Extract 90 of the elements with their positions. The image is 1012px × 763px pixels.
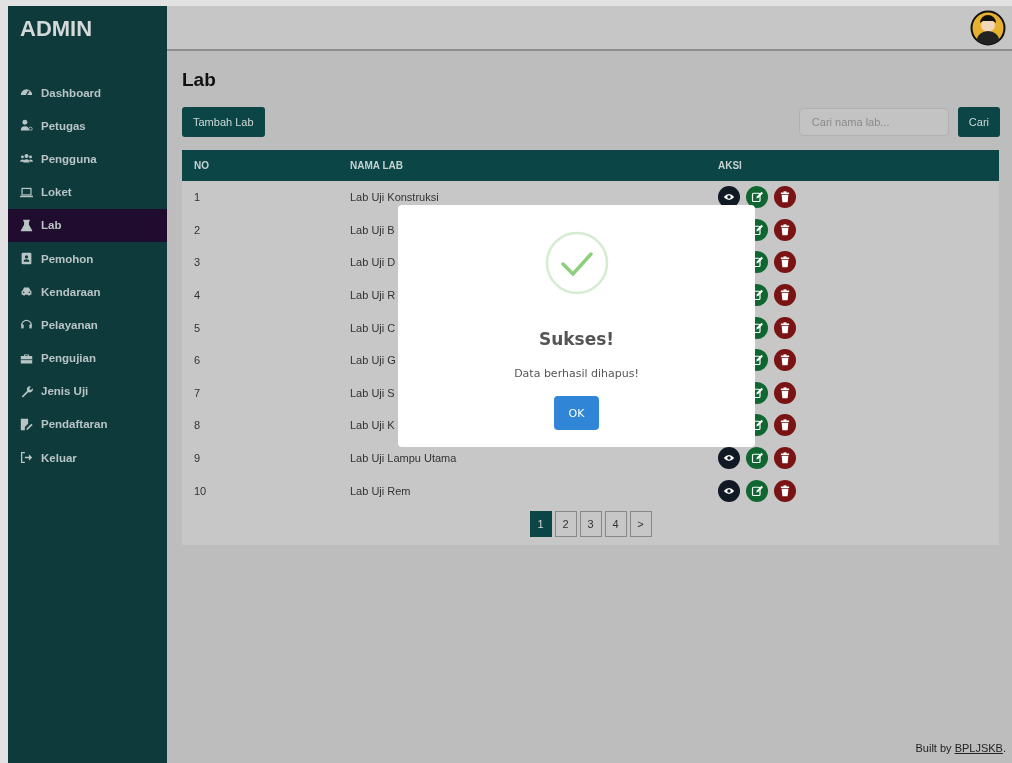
avatar-icon[interactable] [970, 9, 1006, 46]
trash-icon [779, 484, 791, 497]
sidebar-item[interactable]: Pemohon [8, 241, 167, 276]
table-cell: Lab Uji B [350, 223, 395, 236]
column-header: AKSI [706, 150, 999, 181]
checkmark-icon [544, 231, 609, 295]
flask-icon [20, 218, 33, 232]
sidebar-item[interactable]: Pendaftaran [8, 407, 167, 442]
table-cell: 5 [194, 321, 201, 334]
table-cell: Lab Uji G [350, 354, 396, 367]
footer-credit: Built by BPLJSKB. [915, 742, 1006, 754]
sidebar-item[interactable]: Loket [8, 175, 167, 209]
trash-icon [779, 452, 791, 465]
page-button[interactable]: 4 [604, 510, 627, 537]
view-button[interactable] [718, 447, 740, 470]
dialog-title: Sukses! [538, 329, 615, 349]
trash-icon [779, 191, 791, 204]
table-cell: Lab Uji C [350, 321, 396, 334]
table-cell: 6 [194, 354, 201, 367]
page-title: Lab [182, 69, 217, 92]
table-cell: 9 [194, 452, 201, 465]
delete-button[interactable] [774, 447, 796, 470]
table-cell: 3 [194, 256, 201, 269]
trash-icon [779, 256, 791, 269]
toolbox-icon [20, 351, 33, 365]
delete-button[interactable] [774, 186, 796, 209]
trash-icon [779, 223, 791, 236]
dialog-message: Data berhasil dihapus! [514, 367, 639, 380]
table-cell: Lab Uji D [350, 256, 396, 269]
credit-link[interactable]: BPLJSKB [954, 742, 1003, 754]
table-cell: 4 [194, 289, 201, 302]
delete-button[interactable] [774, 218, 796, 241]
table-cell: Lab Uji Rem [350, 484, 411, 497]
trash-icon [779, 354, 791, 367]
delete-button[interactable] [774, 251, 796, 274]
delete-button[interactable] [774, 479, 796, 502]
sidebar-item[interactable]: Pelayanan [8, 308, 167, 342]
laptop-icon [20, 185, 33, 199]
headset-icon [20, 318, 33, 332]
sidebar-item[interactable]: Pengguna [8, 142, 167, 176]
delete-button[interactable] [774, 414, 796, 437]
table-cell: Lab Uji S [350, 386, 395, 399]
trash-icon [779, 289, 791, 302]
person-icon [20, 119, 33, 133]
column-header: NAMA LAB [338, 150, 706, 181]
document-pen-icon [20, 417, 33, 431]
page-button[interactable]: 2 [554, 510, 577, 537]
edit-icon [751, 191, 763, 204]
delete-button[interactable] [774, 316, 796, 339]
delete-button[interactable] [774, 381, 796, 404]
sidebar-item[interactable]: Lab [8, 208, 167, 242]
next-page-button[interactable]: > [629, 510, 652, 537]
sidebar-item[interactable]: Dashboard [8, 76, 167, 110]
page-button[interactable]: 1 [529, 510, 552, 537]
wrench-icon [20, 384, 33, 398]
trash-icon [779, 419, 791, 432]
table-cell: Lab Uji Lampu Utama [350, 452, 457, 465]
brand-title: ADMIN [19, 15, 94, 43]
table-cell: Lab Uji R [350, 289, 396, 302]
delete-button[interactable] [774, 284, 796, 307]
table-cell: 8 [194, 419, 201, 432]
delete-button[interactable] [774, 349, 796, 372]
edit-button[interactable] [746, 186, 768, 209]
id-card-icon [20, 252, 33, 266]
sign-out-icon [20, 451, 33, 465]
table-cell: 10 [194, 484, 207, 497]
table-cell: Lab Uji Konstruksi [350, 191, 439, 204]
trash-icon [779, 386, 791, 399]
trash-icon [779, 321, 791, 334]
add-lab-button[interactable]: Tambah Lab [182, 107, 265, 137]
edit-icon [751, 484, 763, 497]
sidebar-item[interactable]: Petugas [8, 109, 167, 143]
table-cell: 2 [194, 223, 201, 236]
people-icon [20, 152, 33, 166]
table-cell: 7 [194, 386, 201, 399]
edit-button[interactable] [746, 447, 768, 470]
table-cell: 1 [194, 191, 201, 204]
page-button[interactable]: 3 [579, 510, 602, 537]
sidebar-item[interactable]: Pengujian [8, 341, 167, 375]
sidebar-item[interactable]: Jenis Uji [8, 374, 167, 408]
edit-button[interactable] [746, 479, 768, 502]
column-header: NO [182, 150, 338, 181]
edit-icon [751, 452, 763, 465]
ok-button[interactable]: OK [554, 396, 599, 430]
car-icon [20, 285, 33, 299]
sidebar-item[interactable]: Kendaraan [8, 275, 167, 309]
search-button[interactable]: Cari [957, 107, 1000, 137]
view-button[interactable] [718, 479, 740, 502]
sidebar-item[interactable]: Keluar [8, 441, 167, 475]
table-cell: Lab Uji K [350, 419, 395, 432]
